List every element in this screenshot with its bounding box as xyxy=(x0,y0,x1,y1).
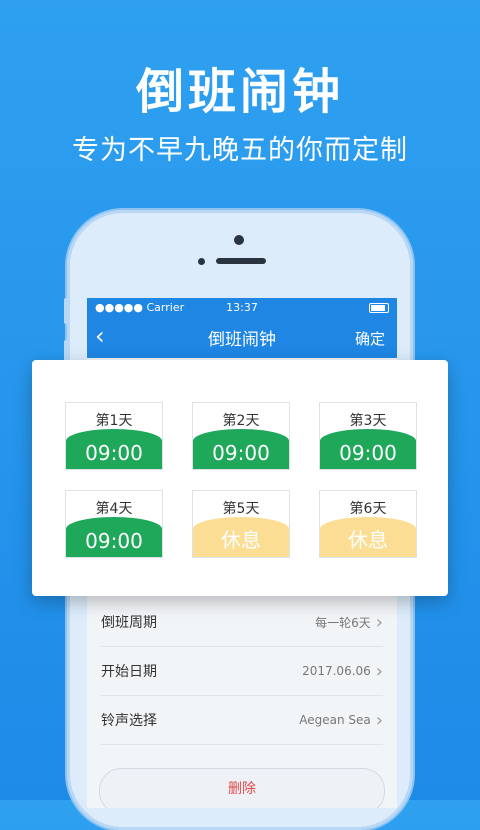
day-rest: 休息 xyxy=(193,517,289,557)
phone-sensor xyxy=(198,258,205,265)
phone-camera xyxy=(234,235,244,245)
day-label: 第6天 xyxy=(349,501,387,517)
day-tile-5[interactable]: 第5天 休息 xyxy=(192,490,290,558)
day-rest: 休息 xyxy=(320,517,416,557)
setting-row-period[interactable]: 倒班周期 每一轮6天 › xyxy=(101,598,383,647)
battery-icon xyxy=(369,303,389,313)
setting-label: 开始日期 xyxy=(101,664,157,680)
setting-value: 每一轮6天 xyxy=(315,615,371,630)
day-label: 第5天 xyxy=(222,501,260,517)
phone-side-button xyxy=(64,298,68,324)
day-time: 09:00 xyxy=(193,429,289,469)
setting-label: 倒班周期 xyxy=(101,615,157,631)
phone-speaker xyxy=(216,258,266,264)
setting-value: Aegean Sea xyxy=(299,713,371,727)
settings-list: 倒班周期 每一轮6天 › 开始日期 2017.06.06 › 铃声选择 Aege… xyxy=(87,598,397,745)
day-tile-4[interactable]: 第4天 09:00 xyxy=(65,490,163,558)
day-tile-3[interactable]: 第3天 09:00 xyxy=(319,402,417,470)
nav-bar: ‹ 倒班闹钟 确定 xyxy=(87,316,397,358)
hero-subtitle: 专为不早九晚五的你而定制 xyxy=(72,135,408,166)
day-label: 第1天 xyxy=(95,413,133,429)
setting-row-ringtone[interactable]: 铃声选择 Aegean Sea › xyxy=(101,696,383,745)
day-tile-1[interactable]: 第1天 09:00 xyxy=(65,402,163,470)
nav-title: 倒班闹钟 xyxy=(208,329,276,350)
delete-button[interactable]: 删除 xyxy=(99,768,385,808)
chevron-right-icon: › xyxy=(375,709,383,731)
day-time: 09:00 xyxy=(66,517,162,557)
day-label: 第3天 xyxy=(349,413,387,429)
day-label: 第4天 xyxy=(95,501,133,517)
shift-schedule-card: 第1天 09:00 第2天 09:00 第3天 09:00 第4天 09:00 … xyxy=(32,360,448,596)
status-time: 13:37 xyxy=(226,300,258,314)
confirm-button[interactable]: 确定 xyxy=(355,328,385,349)
chevron-right-icon: › xyxy=(375,660,383,682)
chevron-right-icon: › xyxy=(375,611,383,633)
setting-row-start-date[interactable]: 开始日期 2017.06.06 › xyxy=(101,647,383,696)
day-tile-6[interactable]: 第6天 休息 xyxy=(319,490,417,558)
day-time: 09:00 xyxy=(66,429,162,469)
day-tile-2[interactable]: 第2天 09:00 xyxy=(192,402,290,470)
day-label: 第2天 xyxy=(222,413,260,429)
hero-title: 倒班闹钟 xyxy=(135,64,344,120)
day-time: 09:00 xyxy=(320,429,416,469)
back-icon[interactable]: ‹ xyxy=(95,324,105,348)
status-bar: ●●●●● Carrier 13:37 xyxy=(87,298,397,316)
setting-value: 2017.06.06 xyxy=(302,664,371,678)
setting-label: 铃声选择 xyxy=(101,713,157,729)
